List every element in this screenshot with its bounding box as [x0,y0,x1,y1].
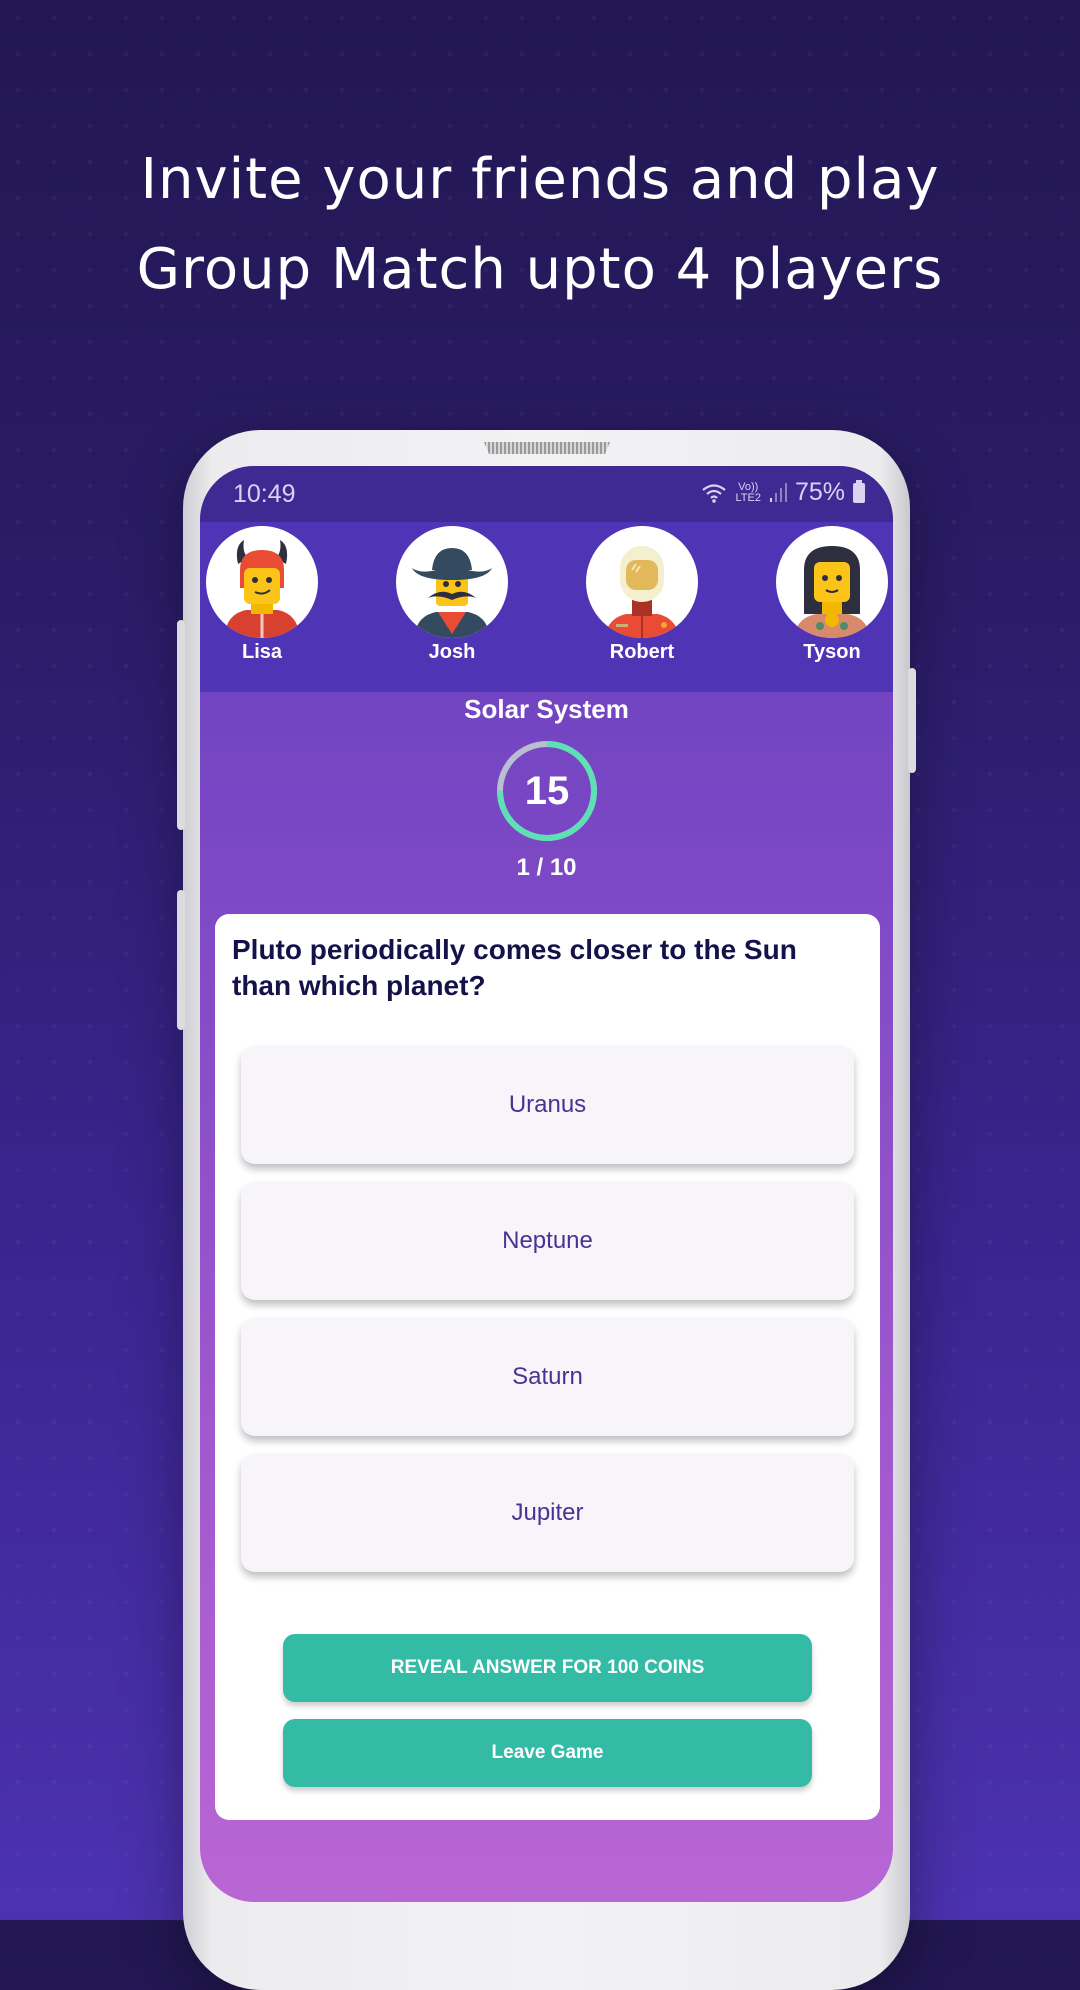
player-name: Lisa [241,641,283,663]
battery-percent: 75% [794,478,845,506]
power-button [908,668,916,773]
timer-seconds: 15 [524,769,570,813]
player-name: Josh [428,641,476,663]
status-icons: Vo)) LTE2 75% [701,478,865,507]
quiz-topic: Solar System [464,694,629,724]
answer-label: Neptune [502,1227,593,1254]
phone-screen: 10:49 Vo)) LTE2 75% Lisa Josh Robert Tys… [200,466,893,1902]
player-name: Tyson [803,641,861,663]
leave-game-label: Leave Game [491,1742,604,1763]
tribal-avatar [776,526,888,638]
signal-icon [769,482,787,502]
devil-avatar [206,526,318,638]
leave-game-button[interactable]: Leave Game [283,1719,812,1787]
headline-line-2: Group Match upto 4 players [136,237,944,302]
earpiece-speaker [484,442,610,454]
player-lisa: Lisa [204,526,320,664]
answer-label: Uranus [508,1091,587,1118]
question-text: Pluto periodically comes closer to the S… [232,934,797,1001]
bixby-button [177,890,185,1030]
player-robert: Robert [584,526,700,664]
player-josh: Josh [394,526,510,664]
network-type: Vo)) LTE2 [735,480,761,504]
reveal-answer-button[interactable]: REVEAL ANSWER FOR 100 COINS [283,1634,812,1702]
question-card: Pluto periodically comes closer to the S… [215,914,880,1820]
answer-label: Jupiter [511,1499,584,1526]
wifi-icon [702,483,727,503]
answer-option-4[interactable]: Jupiter [241,1454,854,1572]
countdown-timer: 15 [495,739,599,843]
status-time: 10:49 [233,480,296,508]
astronaut-avatar [586,526,698,638]
volte-label: Vo)) [738,480,759,493]
volume-button [177,620,185,830]
answer-label: Saturn [512,1363,583,1390]
reveal-answer-label: REVEAL ANSWER FOR 100 COINS [390,1657,705,1678]
answer-option-3[interactable]: Saturn [241,1318,854,1436]
cowboy-avatar [396,526,508,638]
answer-option-1[interactable]: Uranus [241,1046,854,1164]
answer-option-2[interactable]: Neptune [241,1182,854,1300]
promo-headline: Invite your friends and play Group Match… [0,135,1080,315]
player-bar: Lisa Josh Robert Tyson [200,522,893,692]
question-progress: 1 / 10 [516,854,577,881]
status-bar: 10:49 Vo)) LTE2 75% [200,466,893,522]
headline-line-1: Invite your friends and play [140,147,940,212]
player-tyson: Tyson [774,526,890,664]
battery-icon [853,479,865,503]
lte-label: LTE2 [735,491,761,504]
player-name: Robert [609,641,675,663]
